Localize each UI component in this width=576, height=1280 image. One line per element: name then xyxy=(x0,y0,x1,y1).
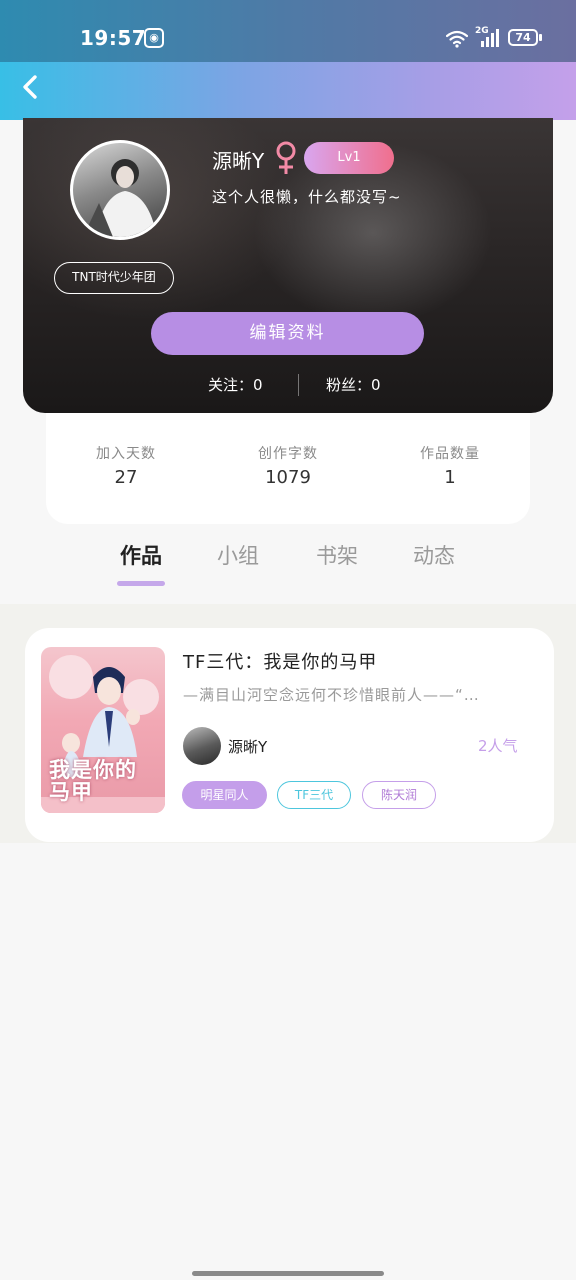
stat-value: 1 xyxy=(444,467,456,488)
app-notification-icon: ◉ xyxy=(144,28,164,48)
tab-groups[interactable]: 小组 xyxy=(217,540,259,570)
cover-title-text: 我是你的马甲 xyxy=(49,758,137,804)
wifi-icon xyxy=(446,30,468,48)
tab-indicator xyxy=(117,581,165,586)
female-icon xyxy=(276,141,296,174)
nickname: 源晰Y xyxy=(212,149,265,173)
tab-activity[interactable]: 动态 xyxy=(413,540,455,570)
stat-value: 1079 xyxy=(265,467,311,488)
following-count[interactable]: 关注：0 xyxy=(208,374,263,395)
author-avatar[interactable] xyxy=(183,727,221,765)
status-time: 19:57 xyxy=(80,26,147,50)
work-intro: —满目山河空念远何不珍惜眼前人——“… xyxy=(183,686,480,704)
avatar-photo xyxy=(83,159,157,237)
avatar[interactable] xyxy=(70,140,170,240)
work-card[interactable]: 我是你的马甲 TF三代：我是你的马甲 —满目山河空念远何不珍惜眼前人——“… 源… xyxy=(25,628,554,842)
tag-chip[interactable]: 陈天润 xyxy=(362,781,436,809)
stat-works-count: 作品数量 1 xyxy=(380,443,520,488)
divider xyxy=(298,374,299,396)
level-badge: Lv1 xyxy=(304,142,394,174)
tag-chip[interactable]: 明星同人 xyxy=(182,781,267,809)
stat-word-count: 创作字数 1079 xyxy=(218,443,358,488)
stat-join-days: 加入天数 27 xyxy=(56,443,196,488)
stat-label: 创作字数 xyxy=(258,446,318,462)
back-button[interactable] xyxy=(14,70,48,104)
status-bar: 19:57 ◉ 2G 74 xyxy=(0,0,576,62)
popularity-count: 2人气 xyxy=(478,737,518,755)
signal-icon xyxy=(481,29,499,47)
tab-bookshelf[interactable]: 书架 xyxy=(316,540,358,570)
profile-card: TNT时代少年团 源晰Y Lv1 这个人很懒，什么都没写~ 编辑资料 关注：0 … xyxy=(23,118,553,413)
home-indicator[interactable] xyxy=(192,1271,384,1276)
chevron-left-icon xyxy=(23,75,37,99)
stat-label: 作品数量 xyxy=(420,446,480,462)
group-tag[interactable]: TNT时代少年团 xyxy=(54,262,174,294)
battery-icon: 74 xyxy=(508,29,538,46)
tab-works[interactable]: 作品 xyxy=(120,540,162,570)
bio: 这个人很懒，什么都没写~ xyxy=(212,188,402,206)
work-title[interactable]: TF三代：我是你的马甲 xyxy=(183,648,377,674)
tag-chip[interactable]: TF三代 xyxy=(277,781,351,809)
stat-label: 加入天数 xyxy=(96,446,156,462)
stat-value: 27 xyxy=(114,467,138,488)
book-cover[interactable]: 我是你的马甲 xyxy=(41,647,165,813)
edit-profile-button[interactable]: 编辑资料 xyxy=(151,312,424,355)
stats-card: 加入天数 27 创作字数 1079 作品数量 1 xyxy=(46,413,530,524)
battery-tip xyxy=(539,34,542,41)
author-name[interactable]: 源晰Y xyxy=(228,736,267,757)
fans-count[interactable]: 粉丝：0 xyxy=(326,374,381,395)
